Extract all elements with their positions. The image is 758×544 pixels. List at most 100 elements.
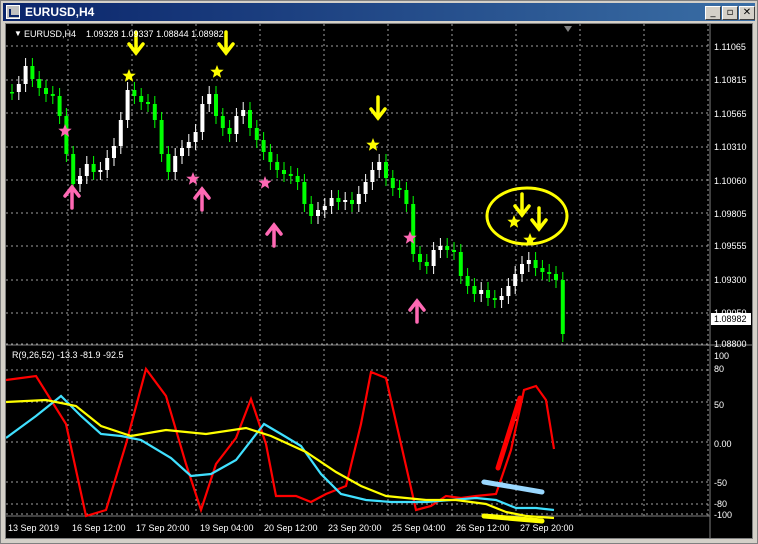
candle-body	[479, 290, 484, 294]
candle-body	[411, 204, 416, 254]
candle-body	[207, 94, 212, 104]
candle-body	[397, 188, 402, 190]
candle-body	[526, 260, 531, 264]
candle-body	[248, 110, 252, 128]
candle-body	[268, 152, 273, 162]
symbol-dropdown-icon[interactable]: ▼	[14, 29, 22, 38]
candle-body	[390, 178, 395, 188]
candle-body	[118, 120, 123, 146]
chart-canvas[interactable]: ▼ EURUSD,H4 1.09328 1.09337 1.08844 1.08…	[5, 24, 752, 538]
candle-body	[186, 142, 191, 148]
price-label: 1.10310	[714, 142, 747, 152]
candle-body	[438, 246, 443, 250]
candle-body	[418, 254, 422, 262]
price-scale[interactable]: 1.11065 1.10815 1.10565 1.10310 1.10060 …	[711, 42, 751, 349]
star-icon	[122, 69, 136, 82]
candle-body	[57, 96, 62, 116]
star-icon	[507, 215, 521, 228]
chart-area[interactable]: ▼ EURUSD,H4 1.09328 1.09337 1.08844 1.08…	[5, 23, 753, 539]
annotation-circle	[485, 186, 569, 246]
candle-body	[295, 176, 300, 182]
candle-body	[91, 164, 96, 172]
candle-body	[384, 162, 388, 178]
candle-body	[78, 176, 82, 184]
grid-lines	[6, 24, 710, 516]
candle-body	[105, 158, 110, 170]
candle-body	[486, 290, 490, 298]
time-label: 17 Sep 20:00	[136, 523, 190, 533]
candle-body	[254, 128, 259, 140]
title-bar[interactable]: EURUSD,H4 _ ▫ ✕	[3, 3, 755, 21]
candle-body	[152, 104, 157, 120]
candle-body	[16, 84, 21, 92]
indicator-scale-label: 50	[714, 400, 724, 410]
candle-body	[322, 206, 327, 210]
chart-window-icon	[6, 5, 20, 19]
candle-body	[336, 198, 341, 202]
candle-body	[431, 250, 436, 266]
arrow-down-icon	[369, 95, 387, 121]
minimize-button[interactable]: _	[705, 6, 721, 20]
indicator-scale[interactable]: 100 80 50 0.00 -50 -80 -100	[714, 351, 732, 520]
indicator-line-yellow	[5, 398, 555, 520]
candle-body	[98, 170, 103, 172]
indicator-scale-label: 100	[714, 351, 729, 361]
indicator-scale-label: 80	[714, 364, 724, 374]
ohlc-header: 1.09328 1.09337 1.08844 1.08982	[86, 29, 224, 39]
candle-body	[30, 66, 35, 79]
star-icon	[258, 176, 272, 189]
candle-body	[10, 92, 14, 94]
price-label: 1.11065	[714, 42, 746, 52]
candle-body	[363, 182, 368, 194]
candle-body	[452, 250, 456, 252]
candle-body	[173, 156, 178, 172]
chart-window: EURUSD,H4 _ ▫ ✕ ▼ EURUSD,H4 1.09328 1.09…	[0, 0, 758, 544]
arrow-down-icon	[513, 192, 531, 218]
time-axis[interactable]: 13 Sep 2019 16 Sep 12:00 17 Sep 20:00 19…	[8, 523, 574, 533]
candle-body	[261, 140, 266, 152]
candle-body	[139, 96, 144, 102]
candle-body	[84, 164, 89, 176]
candle-body	[44, 88, 48, 94]
close-button[interactable]: ✕	[739, 6, 755, 20]
time-label: 16 Sep 12:00	[72, 523, 126, 533]
symbol-header: EURUSD,H4	[24, 29, 76, 39]
price-label: 1.09805	[714, 209, 747, 219]
candle-body	[50, 94, 55, 96]
candle-body	[146, 102, 150, 104]
candle-body	[343, 200, 348, 202]
candle-body	[540, 268, 545, 272]
candle-body	[200, 104, 205, 132]
time-label: 19 Sep 04:00	[200, 523, 254, 533]
price-label: 1.10815	[714, 75, 747, 85]
candle-body	[180, 148, 184, 156]
candle-body	[132, 90, 137, 96]
candle-body	[554, 274, 558, 280]
candle-body	[350, 200, 354, 204]
candle-body	[547, 272, 552, 274]
candle-body	[472, 286, 477, 294]
indicator-lines	[5, 366, 556, 524]
candle-body	[282, 170, 286, 174]
star-icon	[366, 138, 380, 151]
candle-body	[513, 274, 518, 286]
candle-body	[506, 286, 511, 296]
candle-body	[424, 262, 429, 266]
price-label: 1.09300	[714, 275, 747, 285]
chart-shift-marker-icon[interactable]	[564, 26, 572, 32]
price-label: 1.10565	[714, 109, 747, 119]
current-price-label: 1.08982	[714, 314, 747, 324]
restore-button[interactable]: ▫	[722, 6, 738, 20]
time-label: 25 Sep 04:00	[392, 523, 446, 533]
candle-body	[370, 170, 375, 182]
candle-body	[377, 162, 382, 170]
candle-body	[329, 198, 334, 206]
star-icon	[186, 172, 200, 185]
candle-body	[23, 66, 28, 84]
candle-body	[37, 79, 42, 88]
candle-body	[275, 162, 280, 170]
time-label: 20 Sep 12:00	[264, 523, 318, 533]
window-title: EURUSD,H4	[25, 5, 95, 19]
candle-body	[356, 194, 361, 204]
candle-body	[458, 252, 463, 276]
